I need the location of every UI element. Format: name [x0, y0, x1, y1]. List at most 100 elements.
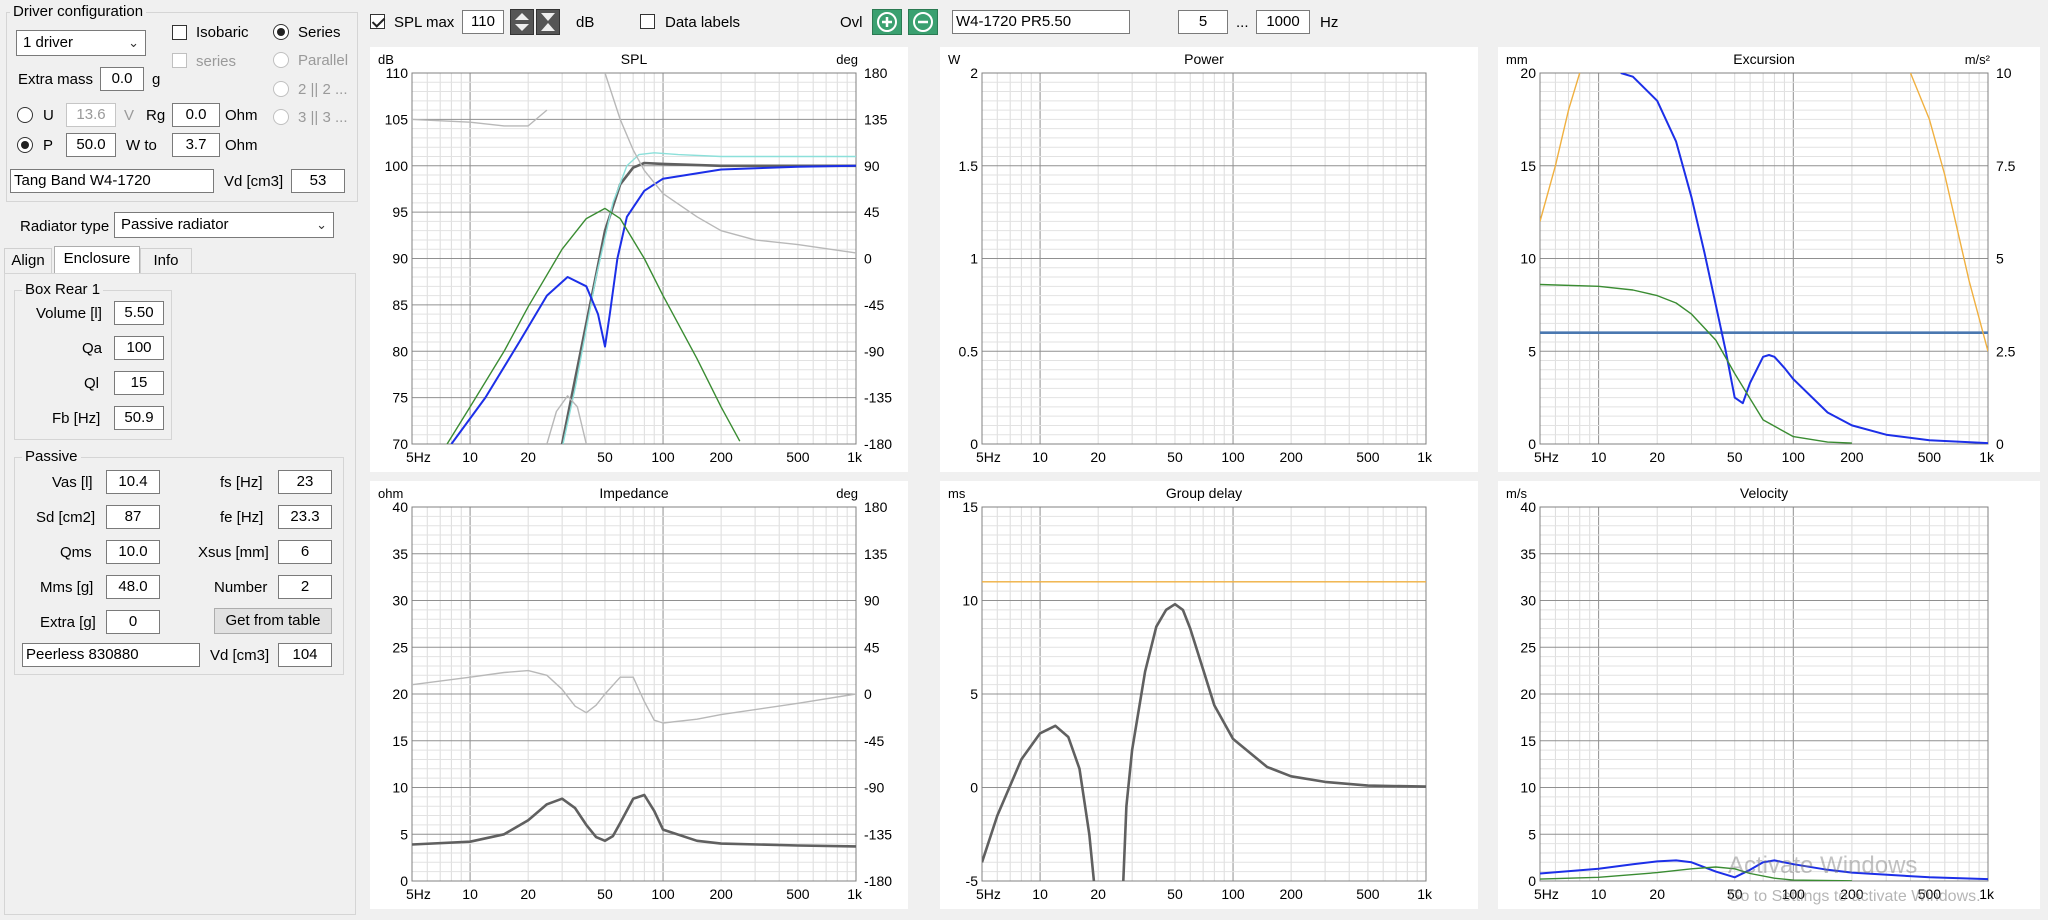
u-radio[interactable]	[17, 107, 33, 123]
pr-name-field[interactable]: Peerless 830880	[22, 643, 200, 667]
sd-input[interactable]: 87	[106, 505, 160, 529]
y2-tick-label: 5	[1996, 251, 2004, 267]
volume-label: Volume [l]	[36, 305, 102, 322]
series-radio[interactable]	[273, 24, 289, 40]
y2-tick-label: 90	[864, 158, 880, 174]
y-tick-label: 20	[392, 686, 408, 702]
driver-name-field[interactable]: Tang Band W4-1720	[10, 169, 214, 193]
velocity-chart-svg: Velocitym/s40353025201510505Hz 10 20 50 100 2…	[1506, 485, 1995, 902]
spl-max-input[interactable]: 110	[462, 10, 504, 34]
parallel-radio[interactable]	[273, 52, 289, 68]
radiator-type-select[interactable]: Passive radiator ⌄	[114, 212, 334, 238]
fs-input[interactable]: 23	[278, 470, 332, 494]
extra-input[interactable]: 0	[106, 610, 160, 634]
qms-input[interactable]: 10.0	[106, 540, 160, 564]
spl-up-down-button[interactable]	[510, 9, 534, 35]
x-tick-label: 10	[1032, 449, 1048, 465]
y-tick-label: 100	[385, 158, 409, 174]
chart-title: Impedance	[599, 485, 668, 501]
y2-tick-label: 2.5	[1996, 343, 2016, 359]
chart-title: SPL	[621, 51, 648, 67]
series-line-1	[982, 724, 1096, 881]
y-tick-label: 110	[386, 65, 409, 81]
sidebar: Driver configuration 1 driver ⌄ Isobaric…	[0, 0, 358, 920]
x-tick-label: 5Hz	[976, 449, 1001, 465]
series-sub-checkbox[interactable]	[172, 53, 187, 68]
excursion-chart: Excursion mm m/s² 20 15 10 5 0 10 7.5 5 2.5 0 5Hz 10 20…	[1498, 47, 2040, 472]
p-radio[interactable]	[17, 137, 33, 153]
spl-max-checkbox[interactable]	[370, 14, 385, 29]
wto-label: W to	[126, 137, 157, 154]
y-tick-label: 5	[1528, 343, 1536, 359]
power-chart: Power W 2 1.5 1 0.5 0 5Hz 10 20 50 100 200 500 1k	[940, 47, 1478, 472]
overlay-name-input[interactable]: W4-1720 PR5.50	[952, 10, 1130, 34]
wto-input[interactable]: 3.7	[172, 133, 220, 157]
y2-tick-label: 0	[864, 686, 872, 702]
driver-config-title: Driver configuration	[10, 3, 147, 20]
rg-input[interactable]: 0.0	[172, 103, 220, 127]
par2-radio[interactable]	[273, 81, 289, 97]
x-tick-label: 50	[1167, 886, 1183, 902]
isobaric-label: Isobaric	[196, 24, 249, 41]
tab-info[interactable]: Info	[140, 248, 192, 274]
series-sub-label: series	[196, 53, 237, 70]
x-tick-label: 100	[1221, 449, 1245, 465]
p-input[interactable]: 50.0	[66, 133, 116, 157]
y-tick-label: 105	[385, 111, 409, 127]
y2-tick-label: 180	[864, 499, 888, 515]
x-tick-label: 200	[1840, 449, 1864, 465]
x-tick-label: 500	[786, 449, 810, 465]
data-labels-checkbox[interactable]	[640, 14, 655, 29]
isobaric-checkbox[interactable]	[172, 25, 187, 40]
vas-input[interactable]: 10.4	[106, 470, 160, 494]
get-from-table-button[interactable]: Get from table	[214, 608, 332, 634]
xsus-input[interactable]: 6	[278, 540, 332, 564]
x-tick-label: 50	[597, 449, 613, 465]
qa-input[interactable]: 100	[114, 336, 164, 360]
u-label: U	[43, 107, 54, 124]
driver-count-select[interactable]: 1 driver ⌄	[16, 30, 146, 56]
y-tick-label: 35	[392, 546, 408, 562]
y-tick-label: 85	[392, 297, 408, 313]
overlay-add-button[interactable]	[872, 9, 902, 35]
box-rear-title: Box Rear 1	[22, 281, 104, 298]
wto-unit: Ohm	[225, 137, 258, 154]
number-input[interactable]: 2	[278, 575, 332, 599]
freq-min-input[interactable]: 5	[1178, 10, 1228, 34]
y-tick-label: 20	[1520, 686, 1536, 702]
x-tick-label: 10	[1591, 886, 1607, 902]
overlay-remove-button[interactable]	[908, 9, 938, 35]
extra-mass-input[interactable]: 0.0	[100, 67, 144, 91]
volume-input[interactable]: 5.50	[114, 301, 164, 325]
mms-input[interactable]: 48.0	[106, 575, 160, 599]
series-line-0	[412, 793, 856, 848]
extra-label: Extra [g]	[40, 614, 96, 631]
tab-align[interactable]: Align	[4, 248, 52, 274]
ql-input[interactable]: 15	[114, 371, 164, 395]
y-tick-label: 0	[970, 780, 978, 796]
freq-max-input[interactable]: 1000	[1256, 10, 1310, 34]
hz-unit: Hz	[1320, 14, 1339, 31]
y-tick-label: 25	[392, 639, 408, 655]
x-tick-label: 10	[462, 886, 478, 902]
qms-label: Qms	[60, 544, 92, 561]
y-tick-label: 95	[392, 204, 408, 220]
right-unit-label: deg	[836, 52, 858, 67]
excursion-chart-svg: Excursionmm m/s²20151050107.552.505Hz 10 20…	[1506, 51, 2016, 465]
x-tick-label: 10	[462, 449, 478, 465]
vd-label: Vd [cm3]	[224, 173, 284, 190]
y2-tick-label: -180	[864, 436, 892, 452]
tab-enclosure[interactable]: Enclosure	[54, 246, 140, 274]
series-line-4	[412, 109, 548, 127]
ovl-label: Ovl	[840, 14, 863, 31]
y-tick-label: 5	[1528, 826, 1536, 842]
x-tick-label: 20	[1090, 886, 1106, 902]
activate-windows-subtitle: Go to Settings to activate Windows.	[1728, 888, 1981, 905]
par3-radio[interactable]	[273, 109, 289, 125]
vd-field: 53	[291, 169, 345, 193]
up-down-arrows-icon	[515, 13, 529, 31]
u-input[interactable]: 13.6	[66, 103, 116, 127]
y2-tick-label: -45	[864, 733, 884, 749]
spl-collapse-button[interactable]	[536, 9, 560, 35]
toolbar: SPL max 110 dB Data labels Ovl W4-1720 P…	[358, 0, 2048, 44]
